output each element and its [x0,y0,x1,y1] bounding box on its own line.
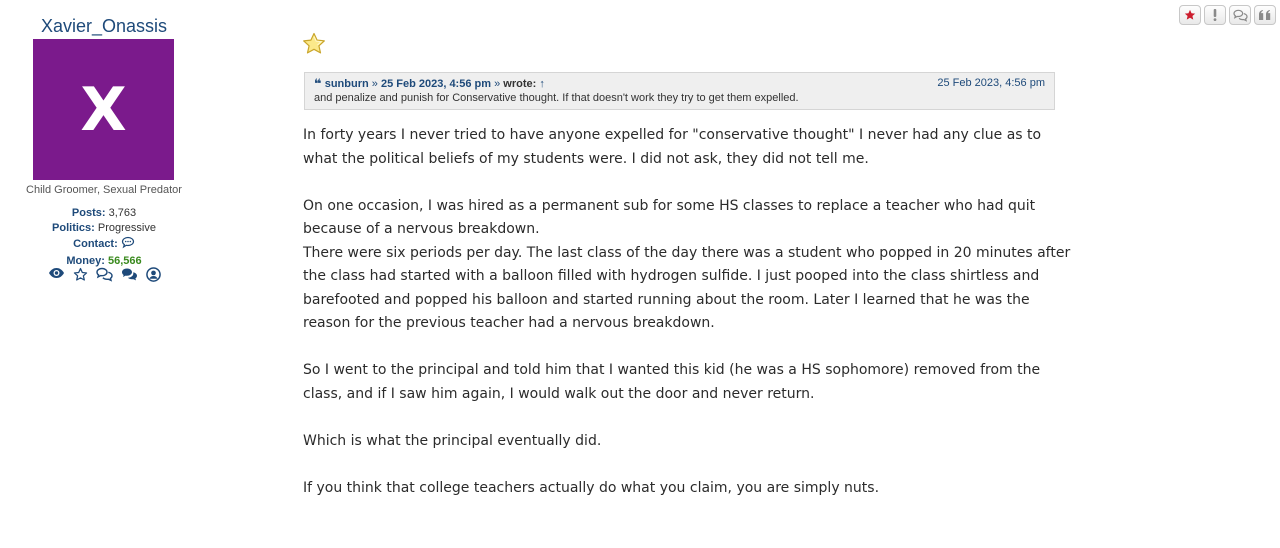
posts-label: Posts: [71,207,106,219]
quote-block: ❝ sunburn » 25 Feb 2023, 4:56 pm » wrote… [304,72,1055,110]
quote-wrote-label: wrote: [503,78,537,90]
warn-button[interactable] [1204,5,1226,25]
post-paragraph: If you think that college teachers actua… [303,479,880,496]
posts-count-link[interactable]: 3,763 [109,207,137,219]
quote-jump-arrow-icon[interactable]: ↑ [539,78,545,90]
report-star-icon [1184,9,1196,20]
rank-star-icon [302,32,326,61]
quote-mark-icon: ❝ [314,76,322,91]
politics-label: Politics: [52,222,95,234]
quote-date-right: 25 Feb 2023, 4:56 pm [937,77,1045,89]
contact-label: Contact: [73,238,118,250]
username-link[interactable]: Xavier_Onassis [0,16,208,37]
avatar-letter: X [80,74,127,145]
quote-date-link[interactable]: 25 Feb 2023, 4:56 pm [381,78,491,90]
user-rank: Child Groomer, Sexual Predator [26,184,182,196]
star-outline-icon[interactable] [73,267,88,282]
stat-contact: Contact: [0,236,208,254]
post-paragraph: In forty years I never tried to have any… [303,127,1042,167]
money-label: Money: [66,255,105,267]
pm-chat-icon [1232,9,1248,22]
comments-icon[interactable] [121,267,138,282]
quote-author-link[interactable]: sunburn [325,78,369,90]
quote-separator: » [494,78,501,90]
profile-icon-row [0,267,208,282]
quote-header: ❝ sunburn » 25 Feb 2023, 4:56 pm » wrote… [314,77,1045,91]
post-paragraph: On one occasion, I was hired as a perman… [303,197,1036,238]
post-paragraph: Which is what the principal eventually d… [303,432,602,449]
eye-icon[interactable] [48,267,65,282]
stat-politics: Politics: Progressive [0,221,208,236]
user-circle-icon[interactable] [145,267,161,282]
post-buttons [1179,5,1276,25]
pm-button[interactable] [1229,5,1251,25]
post-paragraph: There were six periods per day. The last… [303,244,1071,332]
stat-posts: Posts: 3,763 [0,206,208,221]
chat-bubbles-icon[interactable] [95,267,113,282]
money-value: 56,566 [107,255,142,267]
warn-exclamation-icon [1213,9,1217,21]
post-content: In forty years I never tried to have any… [303,124,1073,500]
avatar[interactable]: X [33,39,174,180]
quote-text: and penalize and punish for Conservative… [314,92,799,104]
user-stats: Posts: 3,763 Politics: Progressive Conta… [0,206,208,269]
post-paragraph: So I went to the principal and told him … [303,362,1041,402]
quote-button[interactable] [1254,5,1276,25]
quote-separator: » [371,78,378,90]
report-star-button[interactable] [1179,5,1201,25]
contact-chat-icon[interactable] [121,236,135,254]
politics-value: Progressive [97,222,156,234]
quote-icon [1259,10,1271,20]
